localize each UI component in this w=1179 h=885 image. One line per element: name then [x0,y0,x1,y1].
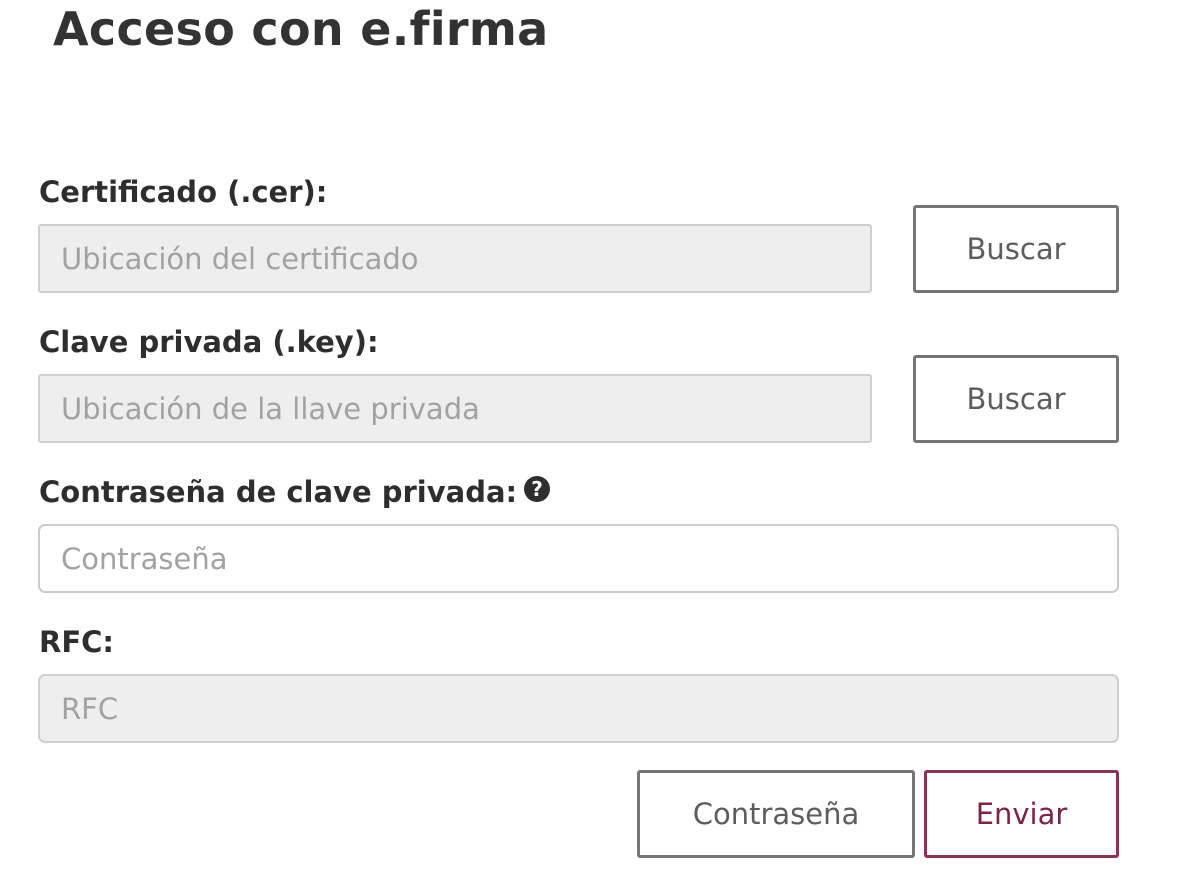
svg-text:?: ? [531,477,543,501]
rfc-field [38,674,1119,743]
browse-certificate-button[interactable]: Buscar [913,205,1119,293]
page-title: Acceso con e.firma [53,2,549,56]
private-key-password-label: Contraseña de clave privada: [39,475,518,509]
question-circle-icon[interactable]: ? [523,475,551,503]
private-key-password-label-row: Contraseña de clave privada:? [39,474,551,510]
browse-private-key-button[interactable]: Buscar [913,355,1119,443]
submit-button[interactable]: Enviar [924,770,1119,858]
password-login-button[interactable]: Contraseña [637,770,915,858]
certificate-path-field [38,224,872,293]
certificate-label: Certificado (.cer): [39,175,328,209]
private-key-password-input[interactable] [38,524,1119,593]
private-key-label: Clave privada (.key): [39,325,379,359]
private-key-path-field [38,374,872,443]
rfc-label: RFC: [39,625,115,659]
